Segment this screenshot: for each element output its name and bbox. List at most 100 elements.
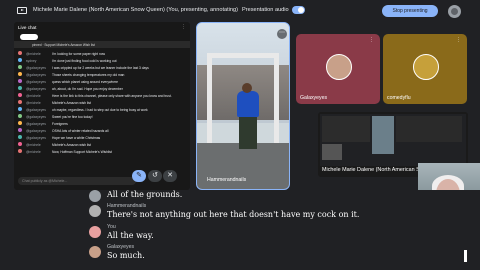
chat-header: Live chat ⋮: [14, 22, 190, 32]
pinned-message[interactable]: pinned · Support Michele's Amazon Wish l…: [14, 41, 190, 48]
avatar: [18, 72, 22, 76]
chat-username: sydney: [26, 58, 37, 63]
chat-text: Sweet you're fine too today!: [52, 114, 93, 119]
main-video-tile[interactable]: ⋯ Hammerandnails: [196, 22, 290, 190]
caption-text: So much.: [107, 251, 145, 260]
chat-text: I'm looking for some paper right now: [52, 51, 106, 56]
avatar: [18, 149, 22, 153]
avatar: [18, 65, 22, 69]
caption-text: All the way.: [107, 231, 154, 240]
chat-text: Foreigners: [52, 121, 68, 126]
more-icon[interactable]: ⋮: [181, 24, 186, 30]
chat-username: @galaxyeyes: [26, 65, 46, 70]
caption-speaker: Hammerandnails: [107, 203, 147, 209]
captions-scrollbar[interactable]: [464, 250, 467, 262]
chat-message: @michele I'm looking for some paper right…: [14, 50, 190, 57]
avatar: [89, 246, 101, 258]
caption-text: There's not anything out here that doesn…: [107, 210, 360, 219]
avatar: [18, 93, 22, 97]
chat-message-list: @michele I'm looking for some paper right…: [14, 50, 190, 155]
avatar: [326, 54, 352, 80]
participant-tile-comedyflu[interactable]: ⋮ comedyflu: [383, 34, 467, 104]
chat-text: Michele's Amazon wish list: [52, 100, 91, 105]
chat-text: oh maybe, regardless. I had to step out …: [52, 107, 148, 112]
avatar: [18, 128, 22, 132]
chat-text: Here is the link to this channel, please…: [52, 93, 172, 98]
chat-username: @galaxyeyes: [26, 114, 46, 119]
presentation-audio-toggle[interactable]: [292, 6, 305, 14]
chat-text: Those sheets changing temperatures my ol…: [52, 72, 125, 77]
chat-message: @galaxyeyes Hope we have a white Christma…: [14, 134, 190, 141]
chat-text: quess which planet using around everywhe…: [52, 79, 118, 84]
preview-thumb: [322, 144, 342, 160]
tile-more-icon[interactable]: ⋯: [277, 29, 287, 39]
chat-username: @galaxyeyes: [26, 86, 46, 91]
chat-input[interactable]: Chat publicly as @Michele...: [18, 177, 136, 185]
chat-message: @galaxyeyes quess which planet using arou…: [14, 78, 190, 85]
preview-grid: [396, 116, 462, 142]
chat-username: @michele: [26, 149, 41, 154]
avatar: [18, 100, 22, 104]
chat-text: ah, about, ok I'm sad. Hope you enjoy de…: [52, 86, 123, 91]
participant-name: comedyflu: [387, 95, 411, 101]
chat-text: Now, Hoffman Support Michele's Wishlist: [52, 149, 112, 154]
avatar: [18, 121, 22, 125]
chat-message: @galaxyeyes Sweet you're fine too today!: [14, 113, 190, 120]
chat-username: @galaxyeyes: [26, 135, 46, 140]
chat-username: @galaxyeyes: [26, 128, 46, 133]
avatar: [89, 205, 101, 217]
chat-text: I was crippled up for 2 weeks but we lea…: [52, 65, 149, 70]
chat-message: @michele Now, Hoffman Support Michele's W…: [14, 148, 190, 155]
pen-button[interactable]: ✎: [132, 170, 146, 182]
participant-name: Galaxyeyes: [300, 95, 328, 101]
account-avatar[interactable]: [448, 5, 461, 18]
avatar: [89, 226, 101, 238]
more-icon[interactable]: ⋮: [456, 37, 461, 43]
chat-message: @galaxyeyes OSHA lots of winter related h…: [14, 127, 190, 134]
caption-speaker: Galaxyeyes: [107, 244, 135, 250]
avatar: [18, 114, 22, 118]
present-icon: [17, 7, 27, 14]
presentation-audio-label: Presentation audio: [242, 7, 289, 13]
video-person-body: [237, 91, 259, 117]
chat-message: @michele Michele's Amazon wish list: [14, 141, 190, 148]
avatar: [18, 86, 22, 90]
chat-title[interactable]: Live chat: [18, 25, 36, 30]
caption-speaker: You: [107, 224, 116, 230]
chat-username: @michele: [26, 93, 41, 98]
chat-text: Michele's Amazon wish list: [52, 142, 91, 147]
avatar: [89, 190, 101, 202]
top-bar: Michele Marie Dalene (North American Sno…: [0, 0, 480, 22]
chat-message: @galaxyeyes oh maybe, regardless. I had t…: [14, 106, 190, 113]
avatar: [18, 51, 22, 55]
video-person-head: [242, 83, 252, 93]
preview-video: [372, 116, 394, 154]
avatar: [18, 142, 22, 146]
chat-message: sydney I'm done just finding food cold is…: [14, 57, 190, 64]
chat-username: @michele: [26, 51, 41, 56]
undo-button[interactable]: ↺: [148, 170, 162, 182]
chat-text: OSHA lots of winter related hazards all: [52, 128, 109, 133]
chat-username: @galaxyeyes: [26, 72, 46, 77]
clear-button[interactable]: ✕: [163, 170, 177, 182]
chat-message: @galaxyeyes I was crippled up for 2 weeks…: [14, 64, 190, 71]
preview-chat: [322, 116, 370, 142]
avatar: [18, 79, 22, 83]
participant-tile-galaxyeyes[interactable]: ⋮ Galaxyeyes: [296, 34, 380, 104]
stop-presenting-button[interactable]: Stop presenting: [382, 5, 438, 17]
live-chat-panel: Live chat ⋮ pinned · Support Michele's A…: [14, 22, 190, 190]
chat-message: @galaxyeyes Those sheets changing tempera…: [14, 71, 190, 78]
chat-message: @michele Here is the link to this channel…: [14, 92, 190, 99]
captions-area: All of the grounds. Hammerandnails There's…: [0, 190, 480, 270]
chat-text: Hope we have a white Christmas: [52, 135, 101, 140]
chat-username: @michele: [26, 142, 41, 147]
chat-filter-pill[interactable]: [20, 34, 38, 40]
chat-username: @galaxyeyes: [26, 107, 46, 112]
video-person-legs: [239, 117, 257, 149]
chat-message: @galaxyeyes Foreigners: [14, 120, 190, 127]
main-tile-name: Hammerandnails: [207, 177, 247, 183]
more-icon[interactable]: ⋮: [369, 37, 374, 43]
chat-username: @michele: [26, 100, 41, 105]
caption-text: All of the grounds.: [107, 190, 183, 199]
presenter-title: Michele Marie Dalene (North American Sno…: [33, 7, 239, 13]
